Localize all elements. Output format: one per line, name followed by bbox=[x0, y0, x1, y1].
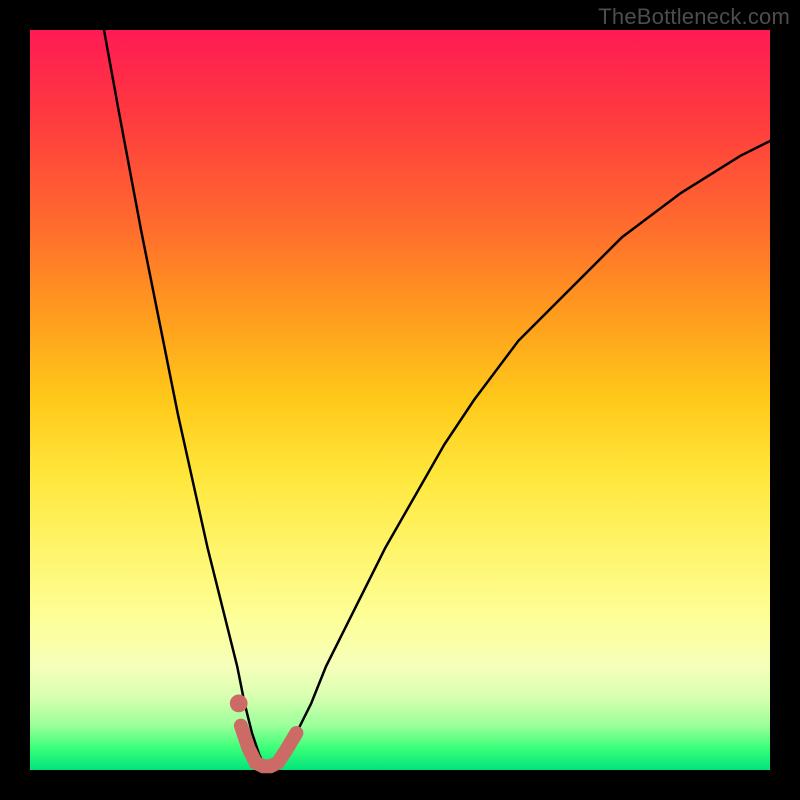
bottleneck-curve bbox=[104, 30, 770, 770]
chart-frame: TheBottleneck.com bbox=[0, 0, 800, 800]
flat-highlight bbox=[241, 726, 297, 767]
watermark-text: TheBottleneck.com bbox=[598, 4, 790, 30]
chart-svg bbox=[30, 30, 770, 770]
highlight-dot bbox=[230, 695, 248, 713]
